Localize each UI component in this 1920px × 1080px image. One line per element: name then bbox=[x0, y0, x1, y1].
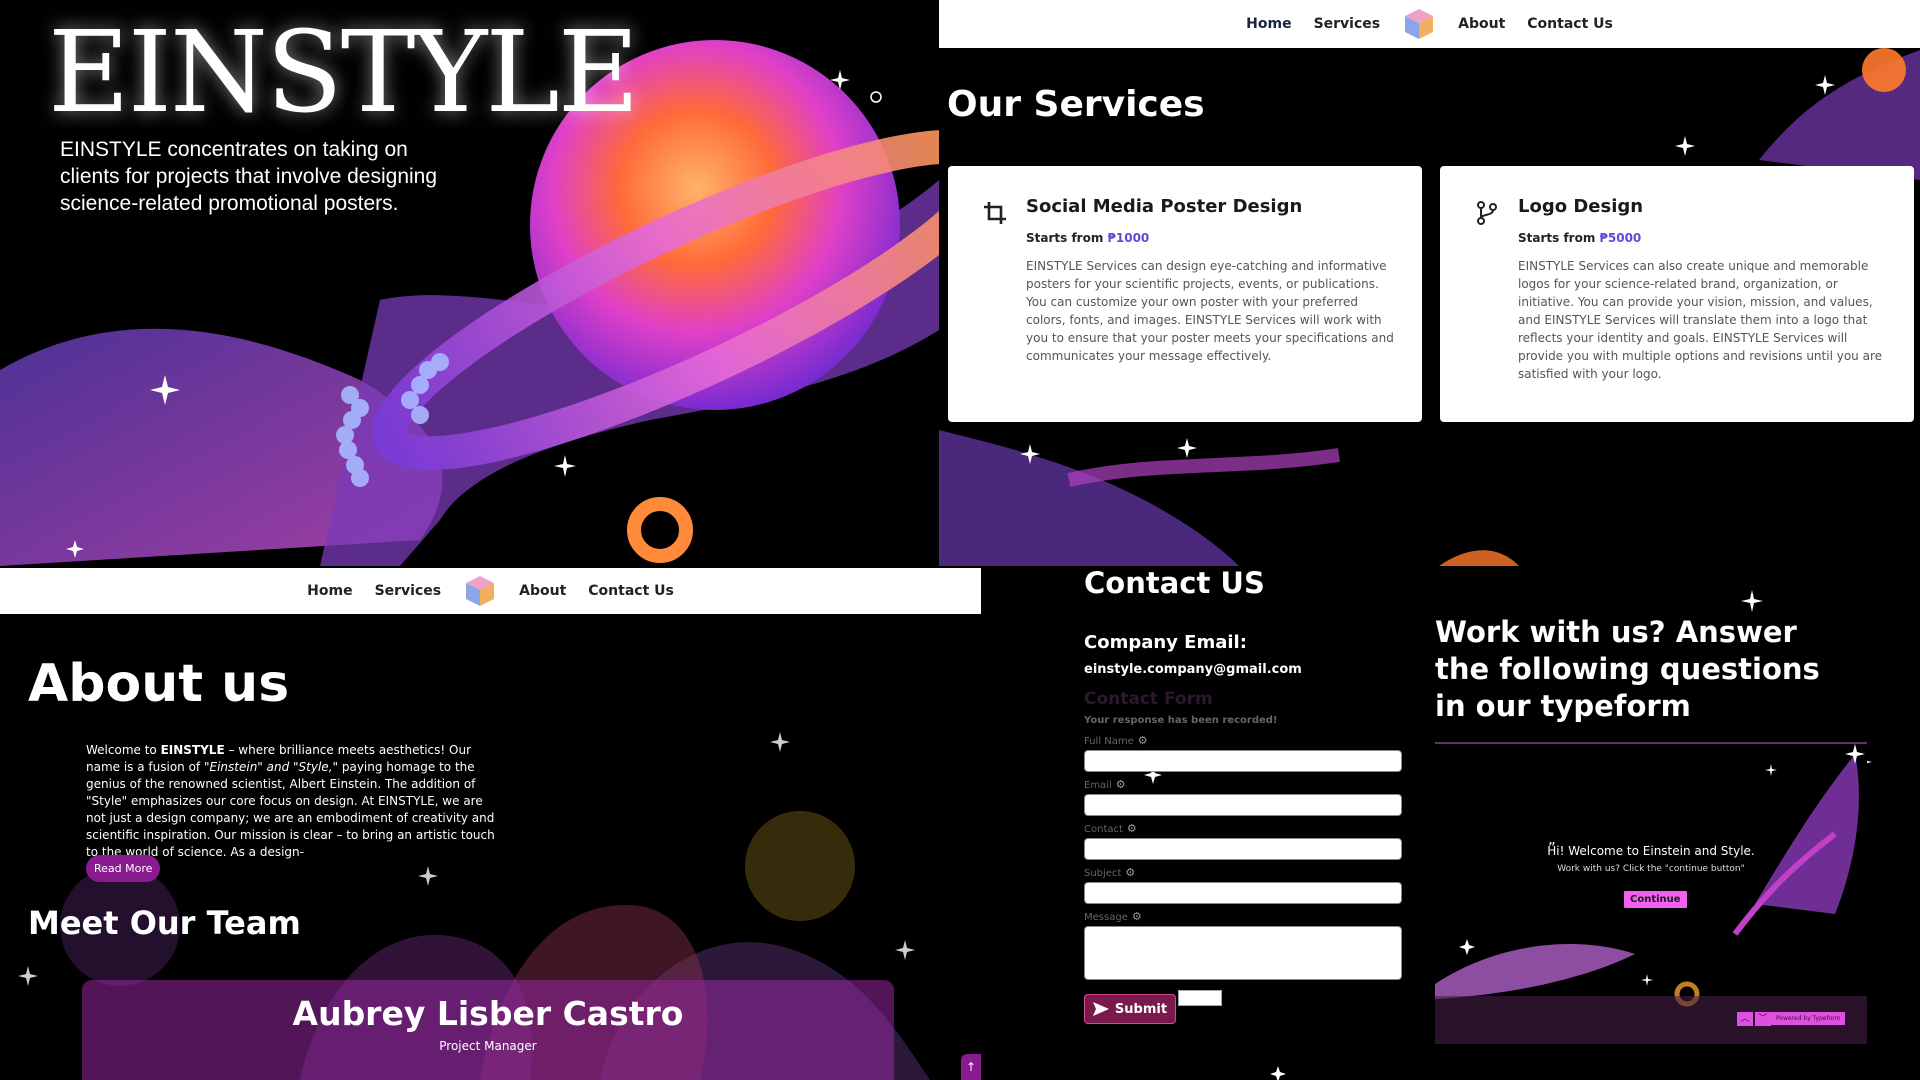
cube-logo-icon[interactable] bbox=[1402, 7, 1436, 41]
typeform-instruction: Work with us? Click the "continue button… bbox=[1557, 864, 1745, 874]
field-label-contact: Contact ⚙ bbox=[1084, 822, 1137, 835]
nav-home[interactable]: Home bbox=[307, 583, 352, 599]
scroll-top-button[interactable]: ↑ bbox=[961, 1054, 981, 1080]
typeform-embed: ” Hi! Welcome to Einstein and Style. Wor… bbox=[1435, 742, 1867, 1044]
nav-services[interactable]: Services bbox=[1314, 16, 1381, 32]
about-italic: "Einstein" and "Style," bbox=[203, 760, 339, 774]
hero-subtitle: EINSTYLE concentrates on taking on clien… bbox=[60, 138, 438, 215]
team-member-card: Aubrey Lisber Castro Project Manager bbox=[82, 980, 894, 1080]
gear-icon: ⚙ bbox=[1115, 778, 1126, 791]
hero-section: EINSTYLE EINSTYLE concentrates on taking… bbox=[0, 0, 939, 566]
about-brand: EINSTYLE bbox=[160, 743, 225, 757]
field-label-text: Email bbox=[1084, 780, 1112, 791]
about-paragraph: Welcome to EINSTYLE – where brilliance m… bbox=[86, 742, 506, 861]
nav-home[interactable]: Home bbox=[1246, 16, 1291, 32]
form-status-message: Your response has been recorded! bbox=[1084, 715, 1278, 726]
contact-input[interactable] bbox=[1084, 838, 1402, 860]
cube-logo-icon[interactable] bbox=[463, 574, 497, 608]
typeform-footer: ︿ ﹀ Powered by Typeform bbox=[1435, 996, 1867, 1044]
service-title: Social Media Poster Design bbox=[1026, 196, 1303, 217]
field-label-text: Message bbox=[1084, 912, 1128, 923]
crop-icon bbox=[984, 202, 1006, 224]
nav-about[interactable]: About bbox=[519, 583, 566, 599]
typeform-nav-arrows: ︿ ﹀ bbox=[1737, 1012, 1771, 1026]
services-section: Home Services About Contact Us Our Servi… bbox=[939, 0, 1920, 566]
about-title: About us bbox=[28, 654, 290, 714]
price-prefix: Starts from bbox=[1518, 231, 1596, 245]
gear-icon: ⚙ bbox=[1126, 822, 1137, 835]
services-title: Our Services bbox=[947, 84, 1205, 125]
price-amount: ₱1000 bbox=[1107, 231, 1150, 245]
field-label-text: Subject bbox=[1084, 868, 1122, 879]
full-name-input[interactable] bbox=[1084, 750, 1402, 772]
service-title: Logo Design bbox=[1518, 196, 1644, 217]
contact-form-title: Contact Form bbox=[1084, 689, 1213, 709]
powered-by-typeform-badge[interactable]: Powered by Typeform bbox=[1771, 1012, 1846, 1025]
service-card-logo: Logo Design Starts from ₱5000 EINSTYLE S… bbox=[1440, 166, 1914, 422]
service-description: EINSTYLE Services can also create unique… bbox=[1518, 259, 1882, 381]
send-icon bbox=[1092, 1002, 1109, 1016]
price-prefix: Starts from bbox=[1026, 231, 1104, 245]
chevron-down-icon[interactable]: ﹀ bbox=[1755, 1012, 1771, 1026]
contact-title: Contact US bbox=[1084, 566, 1265, 600]
field-label-email: Email ⚙ bbox=[1084, 778, 1126, 791]
submit-label: Submit bbox=[1114, 1001, 1168, 1017]
service-card-poster: Social Media Poster Design Starts from ₱… bbox=[948, 166, 1422, 422]
typeform-greeting: Hi! Welcome to Einstein and Style. bbox=[1547, 844, 1755, 858]
gear-icon: ⚙ bbox=[1137, 734, 1148, 747]
message-textarea[interactable] bbox=[1084, 926, 1402, 980]
company-email[interactable]: einstyle.company@gmail.com bbox=[1084, 662, 1302, 677]
field-label-message: Message ⚙ bbox=[1084, 910, 1142, 923]
member-role: Project Manager bbox=[439, 1039, 537, 1053]
team-title: Meet Our Team bbox=[28, 904, 301, 942]
contact-section: Contact US Company Email: einstyle.compa… bbox=[981, 566, 1920, 1080]
field-label-text: Full Name bbox=[1084, 736, 1134, 747]
chevron-up-icon[interactable]: ︿ bbox=[1737, 1012, 1753, 1026]
read-more-button[interactable]: Read More bbox=[86, 855, 161, 882]
email-input[interactable] bbox=[1084, 794, 1402, 816]
nav-services[interactable]: Services bbox=[375, 583, 442, 599]
about-section: Home Services About Contact Us About us … bbox=[0, 566, 981, 1080]
git-branch-icon bbox=[1477, 201, 1497, 225]
company-email-label: Company Email: bbox=[1084, 632, 1247, 653]
typeform-heading: Work with us? Answer the following quest… bbox=[1435, 615, 1820, 723]
gear-icon: ⚙ bbox=[1131, 910, 1142, 923]
top-navbar: Home Services About Contact Us bbox=[939, 0, 1920, 48]
nav-contact[interactable]: Contact Us bbox=[588, 583, 674, 599]
service-price: Starts from ₱5000 bbox=[1518, 231, 1890, 245]
service-price: Starts from ₱1000 bbox=[1026, 231, 1398, 245]
field-label-text: Contact bbox=[1084, 824, 1123, 835]
submit-button[interactable]: Submit bbox=[1084, 994, 1176, 1024]
gear-icon: ⚙ bbox=[1125, 866, 1136, 879]
nav-about[interactable]: About bbox=[1458, 16, 1505, 32]
subject-input[interactable] bbox=[1084, 882, 1402, 904]
member-name: Aubrey Lisber Castro bbox=[292, 994, 684, 1033]
captcha-badge[interactable] bbox=[1178, 990, 1222, 1006]
nav-contact[interactable]: Contact Us bbox=[1527, 16, 1613, 32]
continue-button[interactable]: Continue bbox=[1623, 890, 1688, 909]
field-label-full-name: Full Name ⚙ bbox=[1084, 734, 1148, 747]
service-description: EINSTYLE Services can design eye-catchin… bbox=[1026, 259, 1394, 363]
about-text-part: paying homage to the genius of the renow… bbox=[86, 760, 495, 859]
about-navbar: Home Services About Contact Us bbox=[0, 568, 981, 614]
field-label-subject: Subject ⚙ bbox=[1084, 866, 1135, 879]
brand-title: EINSTYLE bbox=[48, 8, 639, 138]
about-text-part: Welcome to bbox=[86, 743, 161, 757]
price-amount: ₱5000 bbox=[1599, 231, 1642, 245]
